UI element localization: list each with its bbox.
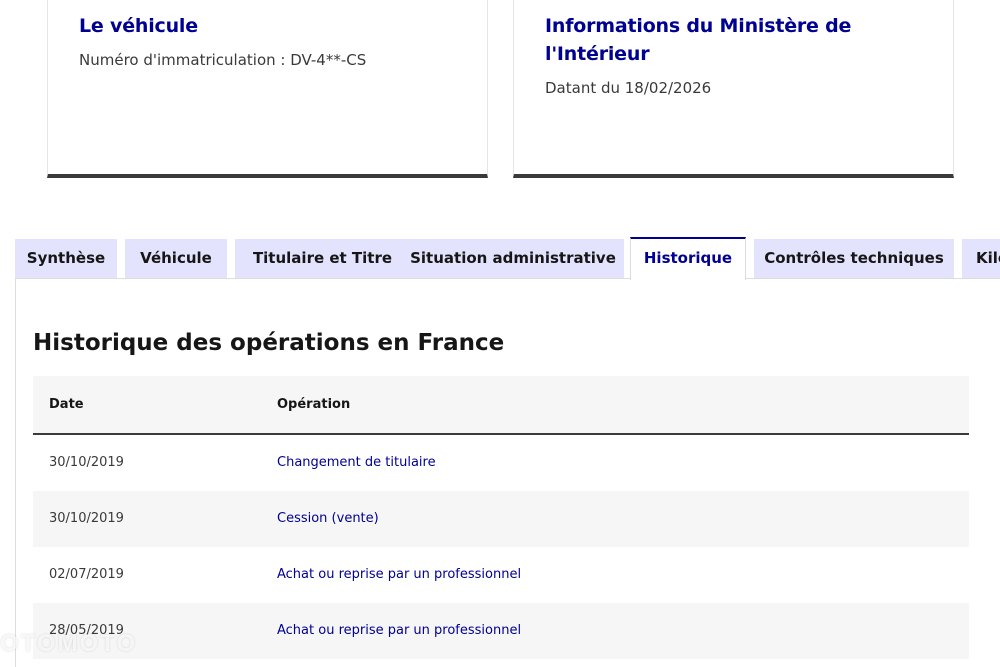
tab-controles-techniques[interactable]: Contrôles techniques — [754, 239, 954, 278]
table-row: 30/10/2019 Cession (vente) — [33, 491, 969, 547]
table-row: 28/05/2019 Achat ou reprise par un profe… — [33, 603, 969, 659]
ministry-card: Informations du Ministère de l'Intérieur… — [513, 0, 954, 178]
tab-titulaire-titre[interactable]: Titulaire et Titre — [235, 239, 410, 278]
row-operation: Cession (vente) — [277, 511, 379, 526]
row-operation: Achat ou reprise par un professionnel — [277, 567, 522, 582]
page: Le véhicule Numéro d'immatriculation : D… — [0, 0, 1000, 667]
row-date: 02/07/2019 — [49, 567, 124, 582]
vehicle-card: Le véhicule Numéro d'immatriculation : D… — [47, 0, 488, 178]
row-operation: Achat ou reprise par un professionnel — [277, 623, 522, 638]
history-table: Date Opération 30/10/2019 Changement de … — [33, 376, 969, 659]
data-date: Datant du 18/02/2026 — [545, 79, 712, 97]
tab-bar: Synthèse Véhicule Titulaire et Titre Sit… — [15, 237, 1000, 280]
column-header-date: Date — [49, 397, 84, 412]
registration-number: Numéro d'immatriculation : DV-4**-CS — [79, 51, 367, 69]
tab-vehicule[interactable]: Véhicule — [125, 239, 227, 278]
row-date: 30/10/2019 — [49, 455, 124, 470]
watermark-logo: OTOMOTO — [0, 630, 138, 657]
table-row: 02/07/2019 Achat ou reprise par un profe… — [33, 547, 969, 603]
tab-kilometrage[interactable]: Kilométrage — [962, 239, 1000, 278]
row-operation: Changement de titulaire — [277, 455, 436, 470]
vehicle-card-title: Le véhicule — [79, 15, 198, 37]
tab-historique[interactable]: Historique — [630, 237, 746, 280]
history-title: Historique des opérations en France — [33, 330, 505, 356]
table-row: 30/10/2019 Changement de titulaire — [33, 435, 969, 491]
tab-situation-administrative[interactable]: Situation administrative — [402, 239, 624, 278]
row-date: 30/10/2019 — [49, 511, 124, 526]
tab-synthese[interactable]: Synthèse — [15, 239, 117, 278]
column-header-operation: Opération — [277, 397, 351, 412]
table-header: Date Opération — [33, 376, 969, 435]
history-panel: Historique des opérations en France Date… — [15, 278, 1000, 667]
ministry-card-title: Informations du Ministère de l'Intérieur — [545, 15, 852, 65]
